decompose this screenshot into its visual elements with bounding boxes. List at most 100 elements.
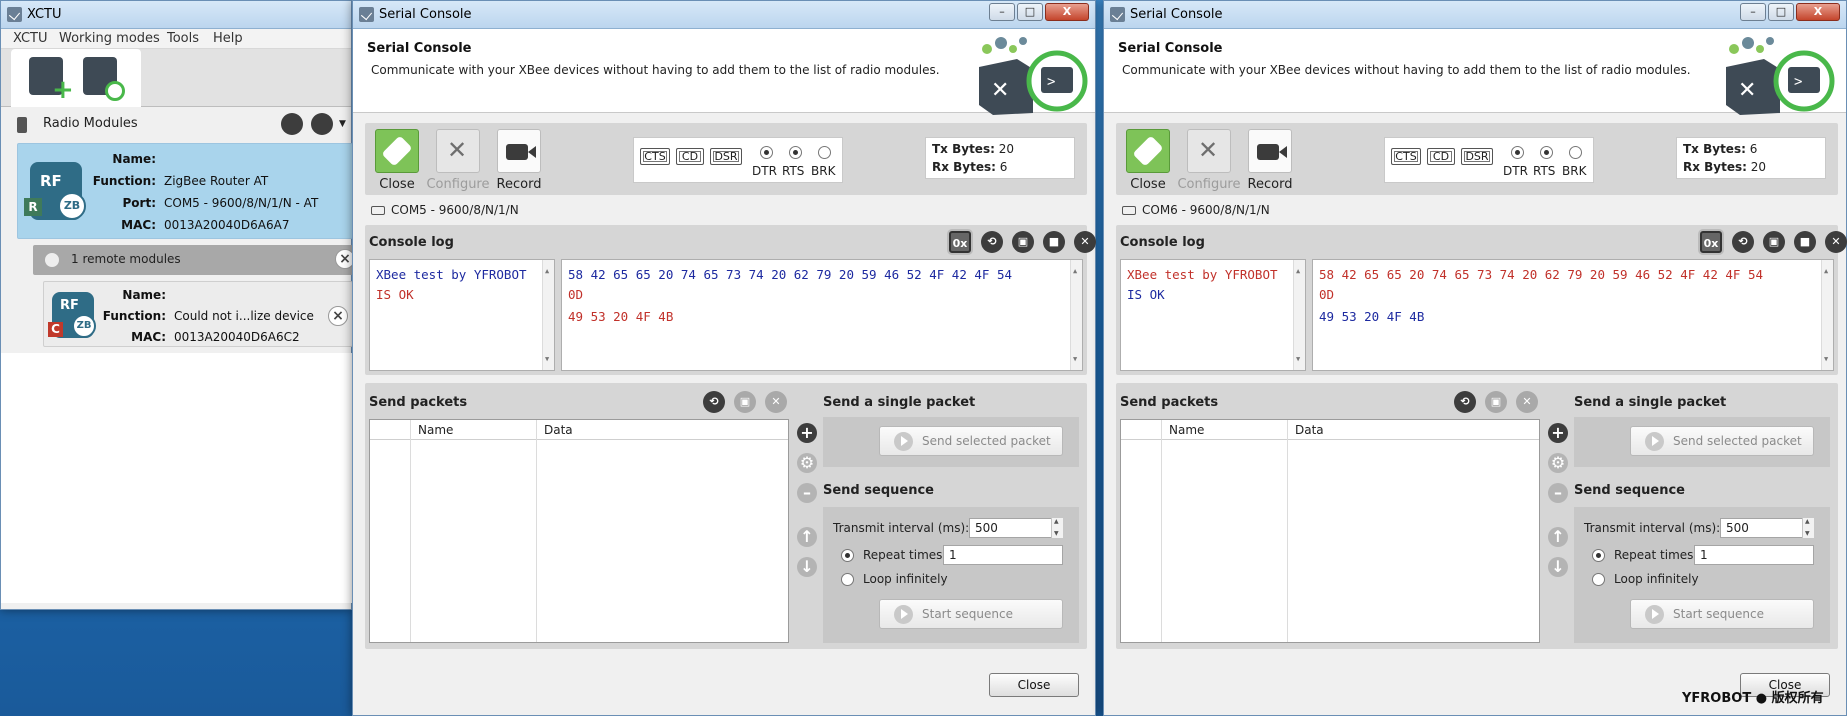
function-value: Could not i...lize device bbox=[174, 309, 314, 323]
remote-module-card[interactable]: RF ZB C Name: Function: Could not i...li… bbox=[43, 281, 353, 347]
port-value: COM5 - 9600/8/N/1/N bbox=[391, 203, 519, 217]
load-packets-icon[interactable]: ⟲ bbox=[1454, 391, 1476, 413]
loop-infinitely-radio[interactable] bbox=[1592, 573, 1605, 586]
function-label: Function: bbox=[92, 174, 156, 188]
console-heading: Serial Console bbox=[367, 41, 472, 56]
close-icon[interactable]: × bbox=[328, 306, 348, 326]
tx-label: Tx Bytes: bbox=[932, 142, 995, 156]
repeat-times-radio[interactable] bbox=[841, 549, 854, 562]
interval-spinner[interactable] bbox=[1802, 518, 1814, 538]
console-log-panel: Console log 0x ⟲ ▣ ■ ✕ XBee test by YFRO… bbox=[1116, 225, 1847, 375]
transmit-interval-input[interactable]: 500 bbox=[969, 518, 1063, 538]
packets-table-header: Name Data bbox=[370, 420, 788, 440]
clear-log-icon[interactable]: ⟲ bbox=[981, 231, 1003, 253]
hex-log[interactable]: 58 42 65 65 20 74 65 73 74 20 62 79 20 5… bbox=[561, 259, 1083, 371]
add-packet-icon[interactable]: + bbox=[1548, 423, 1568, 443]
chevron-down-icon[interactable]: ▼ bbox=[339, 119, 346, 129]
radio-modules-label: Radio Modules bbox=[43, 116, 138, 131]
brk-label: BRK bbox=[1562, 164, 1587, 178]
tx-bytes: Tx Bytes: 6 bbox=[1683, 142, 1757, 156]
close-log-icon[interactable]: ✕ bbox=[1074, 231, 1096, 253]
rts-toggle[interactable] bbox=[1540, 146, 1553, 159]
scrollbar[interactable] bbox=[1070, 260, 1082, 370]
col-name-header[interactable]: Name bbox=[1169, 423, 1204, 437]
remote-network-icon bbox=[45, 253, 59, 267]
scrollbar[interactable] bbox=[1821, 260, 1833, 370]
packets-table[interactable]: Name Data bbox=[1120, 419, 1540, 643]
clear-log-icon[interactable]: ⟲ bbox=[1732, 231, 1754, 253]
close-connection-button[interactable] bbox=[375, 129, 419, 173]
save-log-icon[interactable]: ▣ bbox=[1012, 231, 1034, 253]
play-icon bbox=[894, 605, 913, 624]
repeat-times-radio[interactable] bbox=[1592, 549, 1605, 562]
remote-modules-header[interactable]: 1 remote modules × bbox=[33, 245, 355, 275]
add-device-icon[interactable]: + bbox=[29, 57, 74, 103]
hex-log[interactable]: 58 42 65 65 20 74 65 73 74 20 62 79 20 5… bbox=[1312, 259, 1834, 371]
local-module-card[interactable]: RF ZB R Name: Function: ZigBee Router AT… bbox=[17, 143, 353, 239]
lock-icon[interactable]: ■ bbox=[1043, 231, 1065, 253]
record-button[interactable] bbox=[1248, 129, 1292, 173]
mac-value: 0013A20040D6A6C2 bbox=[174, 330, 300, 344]
col-data-header[interactable]: Data bbox=[544, 423, 573, 437]
close-log-icon[interactable]: ✕ bbox=[1825, 231, 1847, 253]
menu-xctu[interactable]: XCTU bbox=[13, 31, 48, 46]
record-button[interactable] bbox=[497, 129, 541, 173]
close-connection-button[interactable] bbox=[1126, 129, 1170, 173]
dtr-toggle[interactable] bbox=[760, 146, 773, 159]
menu-help[interactable]: Help bbox=[213, 31, 243, 46]
zigbee-device-icon: RF ZB R bbox=[24, 162, 86, 220]
repeat-times-input[interactable]: 1 bbox=[1694, 545, 1814, 565]
serial-console-logo-icon: ✕ > bbox=[979, 37, 1088, 115]
packets-table[interactable]: Name Data bbox=[369, 419, 789, 643]
load-packets-icon[interactable]: ⟲ bbox=[703, 391, 725, 413]
transmit-interval-input[interactable]: 500 bbox=[1720, 518, 1814, 538]
rts-label: RTS bbox=[782, 164, 805, 178]
log-hex-line: 49 53 20 4F 4B bbox=[1319, 309, 1425, 324]
dtr-toggle[interactable] bbox=[1511, 146, 1524, 159]
rx-label: Rx Bytes: bbox=[932, 160, 996, 174]
loop-infinitely-radio[interactable] bbox=[841, 573, 854, 586]
col-data-header[interactable]: Data bbox=[1295, 423, 1324, 437]
hex-toggle-button[interactable]: 0x bbox=[949, 231, 971, 253]
save-log-icon[interactable]: ▣ bbox=[1763, 231, 1785, 253]
tx-bytes: Tx Bytes: 20 bbox=[932, 142, 1014, 156]
maximize-button[interactable]: □ bbox=[1017, 3, 1043, 21]
minimize-button[interactable]: – bbox=[1740, 3, 1766, 21]
window-close-button[interactable]: X bbox=[1045, 3, 1089, 21]
name-label: Name: bbox=[112, 152, 156, 166]
send-selected-packet-button: Send selected packet bbox=[1630, 426, 1814, 456]
repeat-times-input[interactable]: 1 bbox=[943, 545, 1063, 565]
start-sequence-button: Start sequence bbox=[1630, 599, 1814, 629]
ascii-log[interactable]: XBee test by YFROBOT IS OK bbox=[369, 259, 555, 371]
col-name-header[interactable]: Name bbox=[418, 423, 453, 437]
console-heading: Serial Console bbox=[1118, 41, 1223, 56]
close-label: Close bbox=[1130, 177, 1166, 192]
filter-icon[interactable] bbox=[281, 113, 303, 135]
discover-devices-icon[interactable] bbox=[83, 57, 125, 101]
hex-toggle-button[interactable]: 0x bbox=[1700, 231, 1722, 253]
menu-working-modes[interactable]: Working modes bbox=[59, 31, 160, 46]
minimize-button[interactable]: – bbox=[989, 3, 1015, 21]
interval-spinner[interactable] bbox=[1051, 518, 1063, 538]
serial-console-logo-icon: ✕ > bbox=[1726, 37, 1835, 115]
scrollbar[interactable] bbox=[1293, 260, 1305, 370]
rts-toggle[interactable] bbox=[789, 146, 802, 159]
send-packets-label: Send packets bbox=[1120, 395, 1219, 410]
window-close-button[interactable]: X bbox=[1796, 3, 1840, 21]
tx-value: 20 bbox=[998, 142, 1014, 156]
send-packets-panel: Send packets ⟲ ▣ ✕ Name Data + ⚙ – ↑ ↓ S… bbox=[365, 383, 1087, 649]
maximize-button[interactable]: □ bbox=[1768, 3, 1794, 21]
close-button[interactable]: Close bbox=[989, 673, 1079, 697]
brk-toggle[interactable] bbox=[1569, 146, 1582, 159]
serial-port-icon bbox=[1122, 206, 1136, 215]
sort-icon[interactable] bbox=[311, 113, 333, 135]
brk-toggle[interactable] bbox=[818, 146, 831, 159]
configure-label: Configure bbox=[1177, 177, 1241, 192]
ascii-log[interactable]: XBee test by YFROBOT IS OK bbox=[1120, 259, 1306, 371]
save-packets-icon: ▣ bbox=[1485, 391, 1507, 413]
menu-tools[interactable]: Tools bbox=[167, 31, 199, 46]
lock-icon[interactable]: ■ bbox=[1794, 231, 1816, 253]
add-packet-icon[interactable]: + bbox=[797, 423, 817, 443]
send-single-label: Send a single packet bbox=[823, 395, 976, 410]
scrollbar[interactable] bbox=[542, 260, 554, 370]
